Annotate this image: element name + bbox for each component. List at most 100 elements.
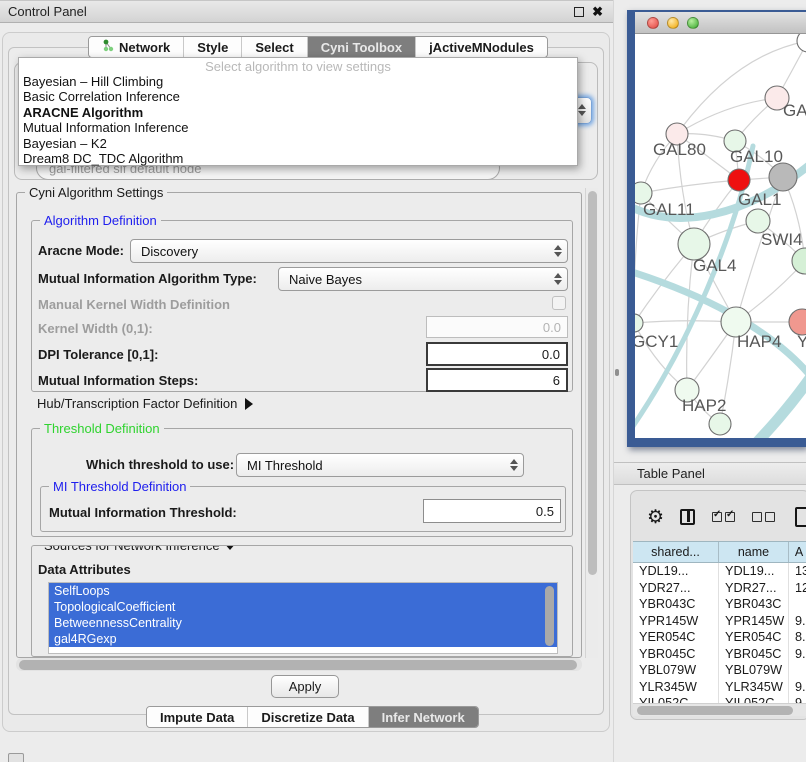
- mi-threshold-field[interactable]: 0.5: [423, 499, 561, 523]
- algorithm-option[interactable]: Bayesian – K2: [19, 136, 577, 151]
- network-node-gcy1[interactable]: [635, 314, 643, 332]
- network-window-titlebar: [635, 12, 806, 34]
- show-checked-columns-button[interactable]: [712, 512, 735, 522]
- mac-zoom-button[interactable]: [687, 17, 699, 29]
- tab-select[interactable]: Select: [242, 37, 307, 57]
- aracne-mode-combobox[interactable]: Discovery: [130, 239, 568, 263]
- tab-impute-data[interactable]: Impute Data: [147, 707, 248, 727]
- network-edge[interactable]: [641, 180, 739, 193]
- tab-network[interactable]: Network: [89, 37, 184, 57]
- table-cell: YLR345W: [719, 679, 789, 696]
- attributes-scrollbar[interactable]: [545, 586, 554, 646]
- network-node-label: SWI4: [761, 230, 803, 249]
- network-edge-thick[interactable]: [635, 271, 806, 379]
- algorithm-definition-group: Algorithm Definition Aracne Mode: Discov…: [31, 220, 573, 392]
- divider-resize-handle[interactable]: [615, 369, 619, 376]
- spinner-up-icon: [554, 245, 562, 250]
- algorithm-option[interactable]: ARACNE Algorithm: [19, 105, 577, 120]
- algorithm-option[interactable]: Basic Correlation Inference: [19, 89, 577, 104]
- kernel-width-label: Kernel Width (0,1):: [38, 321, 153, 336]
- network-node-label: GAL10: [730, 147, 783, 166]
- table-cell: YPR145W: [719, 613, 789, 630]
- table-cell: YDR27...: [719, 580, 789, 597]
- attribute-item[interactable]: TopologicalCoefficient: [49, 599, 557, 615]
- float-panel-icon[interactable]: [574, 7, 584, 17]
- panel-divider[interactable]: [613, 0, 614, 762]
- mi-algorithm-type-label: Mutual Information Algorithm Type:: [38, 271, 257, 286]
- algorithm-option[interactable]: Mutual Information Inference: [19, 120, 577, 135]
- settings-horizontal-scrollbar[interactable]: [16, 658, 582, 671]
- table-row[interactable]: YBL079WYBL079W: [633, 662, 806, 679]
- hub-transcription-section-toggle[interactable]: Hub/Transcription Factor Definition: [37, 396, 253, 411]
- tab-discretize-data[interactable]: Discretize Data: [248, 707, 368, 727]
- close-icon[interactable]: ✖: [592, 7, 603, 17]
- spinner-up-icon: [510, 459, 518, 464]
- table-row[interactable]: YLR345WYLR345W9.: [633, 679, 806, 696]
- network-node[interactable]: [797, 34, 806, 52]
- which-threshold-value: MI Threshold: [237, 458, 323, 473]
- column-header[interactable]: shared...: [633, 542, 719, 562]
- table-cell: [789, 662, 806, 679]
- algorithm-option[interactable]: Bayesian – Hill Climbing: [19, 74, 577, 89]
- spinner-down-icon: [510, 466, 518, 471]
- table-cell: YDR27...: [633, 580, 719, 597]
- minimized-panel-icon[interactable]: [8, 753, 24, 762]
- mac-close-button[interactable]: [647, 17, 659, 29]
- attribute-item[interactable]: SelfLoops: [49, 583, 557, 599]
- hide-columns-button[interactable]: [752, 512, 775, 522]
- table-cell: 12: [789, 580, 806, 597]
- network-node[interactable]: [769, 163, 797, 191]
- control-panel-title: Control Panel: [0, 4, 87, 19]
- network-node-gal1[interactable]: [728, 169, 750, 191]
- aracne-mode-value: Discovery: [131, 244, 198, 259]
- table-row[interactable]: YDR27...YDR27...12: [633, 580, 806, 597]
- table-row[interactable]: YBR043CYBR043C: [633, 596, 806, 613]
- attribute-item[interactable]: gal4RGexp: [49, 631, 557, 647]
- network-edge[interactable]: [677, 41, 806, 134]
- gear-icon[interactable]: ⚙: [647, 508, 664, 527]
- kernel-width-field[interactable]: 0.0: [426, 316, 568, 338]
- network-canvas-svg: GALGAL80GAL10GAL1GAL11SWI4GAL4GCY1HAP4YH…: [635, 34, 806, 438]
- tab-label: jActiveMNodules: [429, 40, 534, 55]
- network-canvas[interactable]: GALGAL80GAL10GAL1GAL11SWI4GAL4GCY1HAP4YH…: [635, 34, 806, 438]
- mi-threshold-definition-legend: MI Threshold Definition: [49, 479, 190, 494]
- network-node[interactable]: [709, 413, 731, 435]
- attribute-item[interactable]: BetweennessCentrality: [49, 615, 557, 631]
- tab-jactivemnodules[interactable]: jActiveMNodules: [416, 37, 547, 57]
- settings-vertical-scrollbar[interactable]: [585, 188, 598, 658]
- unchecked-box-icon: [765, 512, 775, 522]
- tab-cyni-toolbox[interactable]: Cyni Toolbox: [308, 37, 416, 57]
- network-node-label: GCY1: [635, 332, 678, 351]
- which-threshold-combobox[interactable]: MI Threshold: [236, 453, 524, 477]
- spinner-down-icon: [554, 280, 562, 285]
- table-horizontal-scrollbar[interactable]: [633, 703, 806, 716]
- manual-kernel-width-checkbox[interactable]: [552, 296, 566, 310]
- columns-icon[interactable]: [680, 509, 695, 525]
- table-row[interactable]: YER054CYER054C8.: [633, 629, 806, 646]
- algorithm-option[interactable]: Dream8 DC_TDC Algorithm: [19, 151, 577, 166]
- mi-algorithm-type-combobox[interactable]: Naive Bayes: [278, 267, 568, 291]
- network-node[interactable]: [792, 248, 806, 274]
- network-edge[interactable]: [677, 98, 777, 134]
- tab-infer-network[interactable]: Infer Network: [369, 707, 478, 727]
- mac-minimize-button[interactable]: [667, 17, 679, 29]
- tab-style[interactable]: Style: [184, 37, 242, 57]
- network-node-label: GAL11: [643, 200, 695, 219]
- dpi-tolerance-field[interactable]: 0.0: [426, 342, 568, 366]
- table-row[interactable]: YPR145WYPR145W9.: [633, 613, 806, 630]
- apply-button[interactable]: Apply: [271, 675, 339, 698]
- mi-steps-field[interactable]: 6: [426, 368, 568, 392]
- table-row[interactable]: YBR045CYBR045C9.: [633, 646, 806, 663]
- tab-label: Select: [255, 40, 293, 55]
- network-node-label: GAL4: [693, 256, 736, 275]
- table-row[interactable]: YDL19...YDL19...13: [633, 563, 806, 580]
- network-edge-thick[interactable]: [735, 374, 806, 438]
- table-cell: YBR043C: [719, 596, 789, 613]
- algorithm-definition-legend: Algorithm Definition: [40, 213, 161, 228]
- column-header[interactable]: A: [789, 542, 806, 562]
- document-icon[interactable]: [795, 507, 806, 527]
- table-cell: YDL19...: [719, 563, 789, 580]
- data-attributes-list[interactable]: SelfLoopsTopologicalCoefficientBetweenne…: [48, 582, 558, 654]
- column-header[interactable]: name: [719, 542, 789, 562]
- tab-label: Style: [197, 40, 228, 55]
